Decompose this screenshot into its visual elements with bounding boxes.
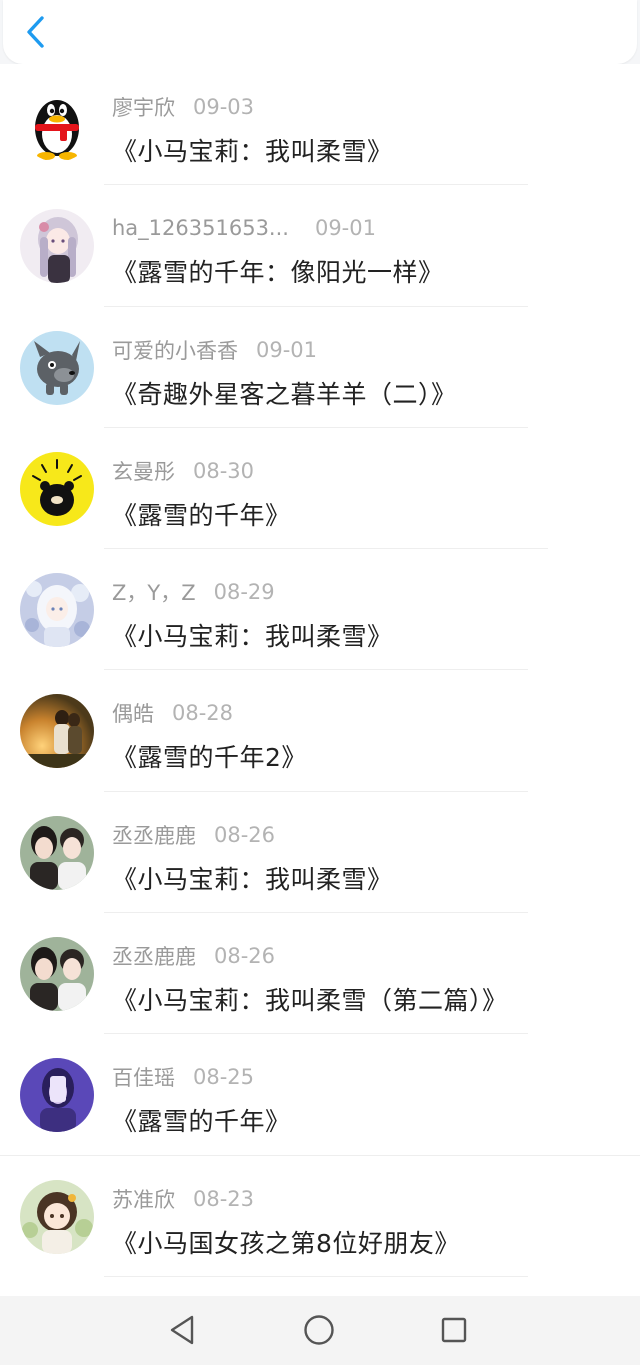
post-date: 08-28 (172, 701, 234, 726)
grey-wolf-avatar (20, 330, 94, 405)
anime-white-hair-avatar (20, 573, 94, 648)
post-date: 08-23 (193, 1186, 255, 1211)
screen: 廖宇欣 09-03 《小马宝莉：我叫柔雪》 ha_126351653... 09… (0, 0, 640, 1365)
item-meta: 苏准欣 08-23 (112, 1184, 254, 1214)
back-button[interactable] (19, 12, 51, 52)
avatar[interactable] (20, 88, 94, 162)
two-people-photo-avatar (20, 815, 94, 890)
item-meta: 丞丞鹿鹿 08-26 (112, 941, 275, 971)
nav-back-button[interactable] (164, 1312, 200, 1348)
post-date: 08-26 (214, 822, 276, 847)
author-name[interactable]: 苏准欣 (112, 1184, 175, 1214)
qq-penguin-avatar (20, 88, 94, 162)
item-meta: 玄曼彤 08-30 (112, 456, 254, 486)
list-item[interactable]: 丞丞鹿鹿 08-26 《小马宝莉：我叫柔雪（第二篇）》 (0, 913, 640, 1035)
item-meta: 丞丞鹿鹿 08-26 (112, 820, 275, 850)
work-title[interactable]: 《小马国女孩之第8位好朋友》 (112, 1224, 460, 1260)
avatar[interactable] (20, 330, 94, 405)
work-title[interactable]: 《小马宝莉：我叫柔雪》 (112, 617, 393, 653)
circle-home-icon (304, 1315, 334, 1345)
purple-selfie-avatar (20, 1058, 94, 1133)
avatar[interactable] (20, 209, 94, 284)
author-name[interactable]: 偶皓 (112, 698, 154, 728)
post-date: 09-01 (256, 337, 318, 362)
avatar[interactable] (20, 937, 94, 1012)
post-date: 09-03 (193, 95, 255, 119)
anime-girl-avatar (20, 209, 94, 284)
work-title[interactable]: 《露雪的千年》 (112, 496, 291, 532)
work-title[interactable]: 《露雪的千年》 (112, 1102, 291, 1138)
author-name[interactable]: 可爱的小香香 (112, 335, 238, 365)
works-list: 廖宇欣 09-03 《小马宝莉：我叫柔雪》 ha_126351653... 09… (0, 64, 640, 1296)
list-item[interactable]: 苏准欣 08-23 《小马国女孩之第8位好朋友》 (0, 1156, 640, 1277)
couple-sunset-avatar (20, 694, 94, 769)
item-meta: Z，Y，Z 08-29 (112, 577, 275, 607)
list-item[interactable]: 廖宇欣 09-03 《小马宝莉：我叫柔雪》 (0, 64, 640, 186)
bear-yellow-avatar (20, 451, 94, 526)
chibi-girl-avatar (20, 1179, 94, 1254)
work-title[interactable]: 《露雪的千年2》 (112, 738, 307, 774)
list-item[interactable]: 百佳瑶 08-25 《露雪的千年》 (0, 1034, 640, 1156)
avatar[interactable] (20, 694, 94, 769)
avatar[interactable] (20, 1058, 94, 1133)
item-meta: ha_126351653... 09-01 (112, 213, 376, 243)
author-name[interactable]: 丞丞鹿鹿 (112, 941, 196, 971)
item-meta: 可爱的小香香 09-01 (112, 335, 317, 365)
author-name[interactable]: ha_126351653... (112, 216, 289, 240)
post-date: 08-26 (214, 944, 276, 969)
top-bar (3, 0, 637, 64)
work-title[interactable]: 《露雪的千年：像阳光一样》 (112, 253, 444, 289)
post-date: 08-25 (193, 1065, 255, 1090)
list-item[interactable]: 丞丞鹿鹿 08-26 《小马宝莉：我叫柔雪》 (0, 792, 640, 914)
work-title[interactable]: 《小马宝莉：我叫柔雪》 (112, 860, 393, 896)
author-name[interactable]: 丞丞鹿鹿 (112, 820, 196, 850)
author-name[interactable]: 廖宇欣 (112, 92, 175, 122)
item-meta: 百佳瑶 08-25 (112, 1062, 254, 1092)
work-title[interactable]: 《奇趣外星客之暮羊羊（二）》 (112, 375, 457, 411)
list-item[interactable]: ha_126351653... 09-01 《露雪的千年：像阳光一样》 (0, 185, 640, 307)
divider (104, 1275, 528, 1277)
two-people-photo-avatar (20, 937, 94, 1012)
list-item[interactable]: 偶皓 08-28 《露雪的千年2》 (0, 670, 640, 792)
post-date: 09-01 (314, 216, 376, 241)
avatar[interactable] (20, 451, 94, 526)
post-date: 08-30 (193, 458, 255, 483)
list-item[interactable]: 玄曼彤 08-30 《露雪的千年》 (0, 428, 640, 550)
chevron-left-icon (27, 16, 44, 48)
avatar[interactable] (20, 573, 94, 648)
system-nav-bar (0, 1296, 640, 1365)
author-name[interactable]: 百佳瑶 (112, 1062, 175, 1092)
post-date: 08-29 (213, 580, 275, 605)
list-item[interactable]: 可爱的小香香 09-01 《奇趣外星客之暮羊羊（二）》 (0, 307, 640, 428)
author-name[interactable]: Z，Y，Z (112, 577, 196, 607)
list-item[interactable]: Z，Y，Z 08-29 《小马宝莉：我叫柔雪》 (0, 549, 640, 671)
work-title[interactable]: 《小马宝莉：我叫柔雪（第二篇）》 (112, 981, 508, 1017)
avatar[interactable] (20, 815, 94, 890)
nav-recents-button[interactable] (436, 1312, 472, 1348)
item-meta: 廖宇欣 09-03 (112, 92, 254, 122)
avatar[interactable] (20, 1179, 94, 1254)
work-title[interactable]: 《小马宝莉：我叫柔雪》 (112, 132, 393, 168)
author-name[interactable]: 玄曼彤 (112, 456, 175, 486)
nav-home-button[interactable] (301, 1312, 337, 1348)
item-meta: 偶皓 08-28 (112, 698, 233, 728)
square-recents-icon (441, 1317, 467, 1343)
triangle-back-icon (170, 1315, 194, 1345)
